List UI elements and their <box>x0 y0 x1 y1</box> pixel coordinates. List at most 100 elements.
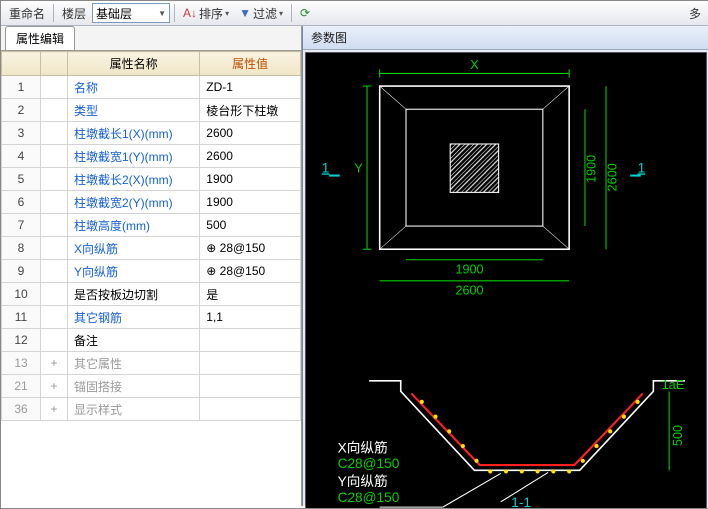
left-panel: 属性编辑 属性名称 属性值 1 名称ZD-12类型棱台形下柱墩3柱墩截长1(X)(… <box>1 26 302 506</box>
property-value[interactable]: 2600 <box>200 145 301 168</box>
row-number: 13 <box>2 352 41 375</box>
property-value[interactable]: ⊕ 28@150 <box>200 237 301 260</box>
row-number: 4 <box>2 145 41 168</box>
param-dialog: 参数图 <box>302 26 708 506</box>
property-name: 是否按板边切割 <box>68 283 200 306</box>
svg-text:C28@150: C28@150 <box>338 490 400 505</box>
expand-icon <box>41 145 68 168</box>
col-name[interactable]: 属性名称 <box>68 52 200 76</box>
svg-text:1aE: 1aE <box>662 378 684 392</box>
chevron-down-icon: ▾ <box>279 9 283 18</box>
table-row[interactable]: 21+锚固搭接 <box>2 375 301 398</box>
table-row[interactable]: 2类型棱台形下柱墩 <box>2 99 301 122</box>
table-row[interactable]: 12 备注 <box>2 329 301 352</box>
col-value[interactable]: 属性值 <box>200 52 301 76</box>
property-name: 柱墩截长1(X)(mm) <box>68 122 200 145</box>
expand-icon <box>41 237 68 260</box>
drawing-viewport[interactable]: X Y 1900 2600 1900 2600 <box>305 52 707 509</box>
floor-dropdown[interactable]: 基础层 ▼ <box>92 3 170 23</box>
dim-x-label: X <box>470 58 479 72</box>
expand-icon[interactable]: + <box>41 352 68 375</box>
table-row[interactable]: 9 Y向纵筋⊕ 28@150 <box>2 260 301 283</box>
property-value[interactable]: 1900 <box>200 168 301 191</box>
property-value[interactable]: 500 <box>200 214 301 237</box>
property-value[interactable] <box>200 375 301 398</box>
section-mark-right: 1 <box>638 160 646 175</box>
property-value[interactable] <box>200 398 301 421</box>
property-value[interactable] <box>200 329 301 352</box>
floor-label: 楼层 <box>58 3 90 24</box>
property-value[interactable]: ⊕ 28@150 <box>200 260 301 283</box>
table-row[interactable]: 13+其它属性 <box>2 352 301 375</box>
row-number: 9 <box>2 260 41 283</box>
rename-button[interactable]: 重命名 <box>5 3 49 24</box>
table-row[interactable]: 6 柱墩截宽2(Y)(mm)1900 <box>2 191 301 214</box>
expand-icon <box>41 283 68 306</box>
row-number: 2 <box>2 99 41 122</box>
property-name: 柱墩截长2(X)(mm) <box>68 168 200 191</box>
refresh-icon: ⟳ <box>300 6 310 20</box>
dialog-title: 参数图 <box>303 26 708 50</box>
row-number: 1 <box>2 76 41 99</box>
expand-icon <box>41 191 68 214</box>
svg-text:C28@150: C28@150 <box>338 456 400 471</box>
funnel-icon: ▼ <box>239 6 251 20</box>
property-value[interactable]: 棱台形下柱墩 <box>200 99 301 122</box>
row-number: 12 <box>2 329 41 352</box>
svg-text:500: 500 <box>671 425 685 446</box>
floor-dropdown-value: 基础层 <box>96 5 132 22</box>
table-row[interactable]: 3柱墩截长1(X)(mm)2600 <box>2 122 301 145</box>
expand-icon <box>41 214 68 237</box>
property-name: 柱墩高度(mm) <box>68 214 200 237</box>
chevron-down-icon: ▼ <box>158 9 166 18</box>
table-row[interactable]: 7 柱墩高度(mm)500 <box>2 214 301 237</box>
property-name: 柱墩截宽1(Y)(mm) <box>68 145 200 168</box>
row-number: 10 <box>2 283 41 306</box>
property-name: 备注 <box>68 329 200 352</box>
svg-text:Y向纵筋: Y向纵筋 <box>338 473 388 489</box>
more-button[interactable]: 多 <box>685 3 705 24</box>
expand-icon <box>41 76 68 99</box>
filter-button[interactable]: ▼ 过滤 ▾ <box>235 3 287 24</box>
property-name: 名称 <box>68 76 200 99</box>
table-row[interactable]: 4 柱墩截宽1(Y)(mm)2600 <box>2 145 301 168</box>
expand-icon[interactable]: + <box>41 375 68 398</box>
row-number: 11 <box>2 306 41 329</box>
table-row[interactable]: 10 是否按板边切割是 <box>2 283 301 306</box>
row-number: 6 <box>2 191 41 214</box>
property-name: X向纵筋 <box>68 237 200 260</box>
property-name: Y向纵筋 <box>68 260 200 283</box>
row-number: 7 <box>2 214 41 237</box>
table-row[interactable]: 1 名称ZD-1 <box>2 76 301 99</box>
row-number: 36 <box>2 398 41 421</box>
table-row[interactable]: 36+显示样式 <box>2 398 301 421</box>
chevron-down-icon: ▾ <box>225 9 229 18</box>
property-value[interactable]: 2600 <box>200 122 301 145</box>
sort-button[interactable]: A↓ 排序 ▾ <box>179 3 233 24</box>
tab-properties[interactable]: 属性编辑 <box>5 26 75 50</box>
table-row[interactable]: 11其它钢筋1,1 <box>2 306 301 329</box>
property-name: 柱墩截宽2(Y)(mm) <box>68 191 200 214</box>
property-value[interactable]: 是 <box>200 283 301 306</box>
svg-text:X向纵筋: X向纵筋 <box>338 439 388 455</box>
expand-icon <box>41 329 68 352</box>
row-number: 8 <box>2 237 41 260</box>
property-value[interactable]: ZD-1 <box>200 76 301 99</box>
expand-icon <box>41 122 68 145</box>
svg-text:1900: 1900 <box>455 262 483 276</box>
toolbar: 重命名 楼层 基础层 ▼ A↓ 排序 ▾ ▼ 过滤 ▾ ⟳ 多 <box>1 1 708 26</box>
expand-icon <box>41 306 68 329</box>
row-number: 21 <box>2 375 41 398</box>
expand-icon[interactable]: + <box>41 398 68 421</box>
table-row[interactable]: 5 柱墩截长2(X)(mm)1900 <box>2 168 301 191</box>
property-value[interactable]: 1900 <box>200 191 301 214</box>
row-number: 5 <box>2 168 41 191</box>
svg-text:1900: 1900 <box>584 155 598 183</box>
refresh-button[interactable]: ⟳ <box>296 4 314 22</box>
property-grid: 属性名称 属性值 1 名称ZD-12类型棱台形下柱墩3柱墩截长1(X)(mm)26… <box>1 51 301 506</box>
property-value[interactable]: 1,1 <box>200 306 301 329</box>
property-value[interactable] <box>200 352 301 375</box>
svg-text:2600: 2600 <box>455 283 483 297</box>
expand-icon <box>41 99 68 122</box>
table-row[interactable]: 8 X向纵筋⊕ 28@150 <box>2 237 301 260</box>
